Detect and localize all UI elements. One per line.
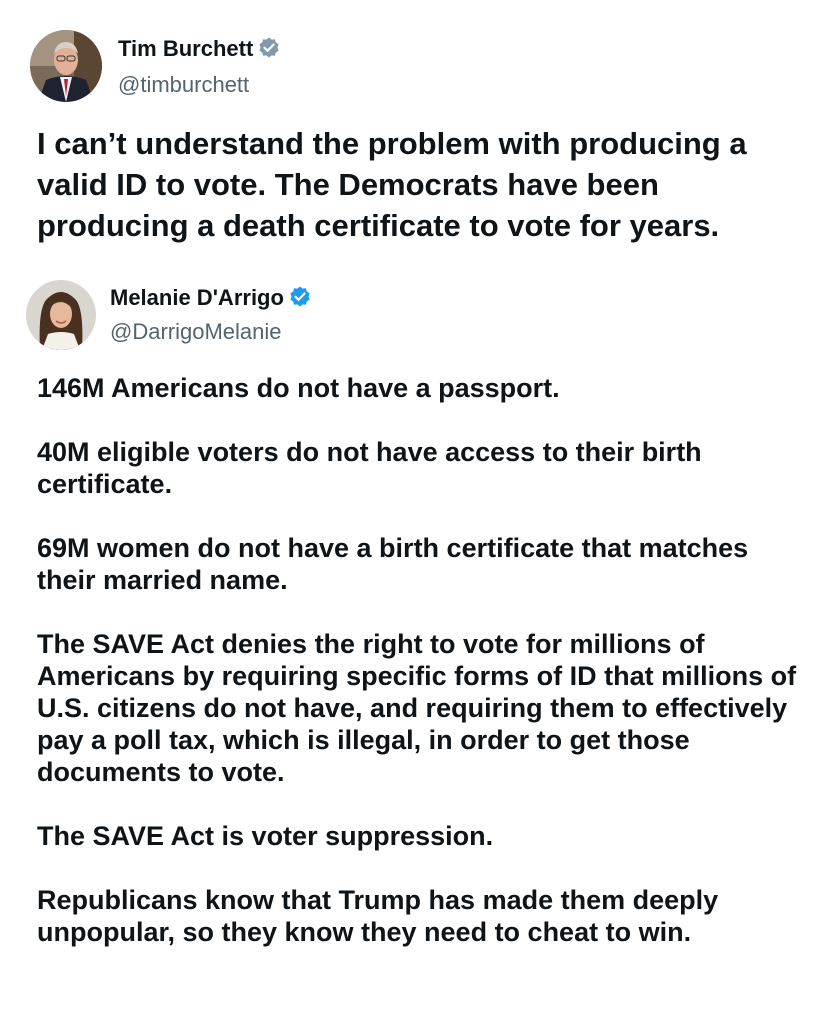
verified-badge-icon <box>257 36 281 66</box>
tweet-text: 146M Americans do not have a passport. 4… <box>37 372 807 948</box>
author-name-line[interactable]: Melanie D'Arrigo <box>110 285 312 315</box>
tweet-header: Tim Burchett @timburchett <box>0 0 819 102</box>
verified-badge-icon <box>288 285 312 315</box>
author-handle[interactable]: @timburchett <box>118 72 249 98</box>
tweet-paragraph: The SAVE Act is voter suppression. <box>37 821 494 851</box>
author-name-line[interactable]: Tim Burchett <box>118 36 281 66</box>
tweet-header: Melanie D'Arrigo @DarrigoMelanie <box>0 268 819 358</box>
author-handle[interactable]: @DarrigoMelanie <box>110 319 282 345</box>
author-name[interactable]: Tim Burchett <box>118 36 253 61</box>
avatar[interactable] <box>30 30 102 102</box>
tweet-paragraph: 69M women do not have a birth certificat… <box>37 533 749 595</box>
avatar[interactable] <box>26 280 96 350</box>
tweet-paragraph: 40M eligible voters do not have access t… <box>37 437 702 499</box>
tweet-text: I can’t understand the problem with prod… <box>37 126 747 243</box>
tweet-paragraph: Republicans know that Trump has made the… <box>37 885 719 947</box>
author-name[interactable]: Melanie D'Arrigo <box>110 285 284 310</box>
man-avatar-icon <box>30 30 102 102</box>
tweet-paragraph: The SAVE Act denies the right to vote fo… <box>37 629 797 787</box>
screenshot: { "tweets": [ { "author": { "name": "Tim… <box>0 0 819 1023</box>
woman-avatar-icon <box>26 280 96 350</box>
tweet-paragraph: 146M Americans do not have a passport. <box>37 373 560 403</box>
